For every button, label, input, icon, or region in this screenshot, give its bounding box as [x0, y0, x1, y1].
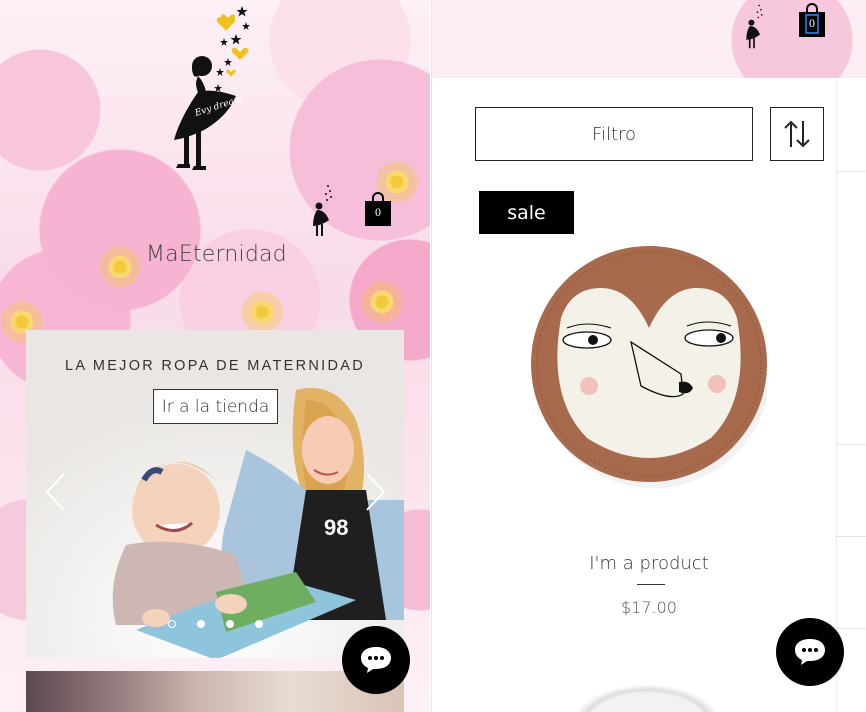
chevron-left-icon[interactable] [44, 472, 66, 512]
slide-dot[interactable] [168, 620, 176, 628]
divider [836, 444, 866, 445]
divider [637, 584, 665, 585]
product-price: $17.00 [621, 598, 677, 617]
product-name[interactable]: I'm a product [475, 553, 823, 574]
cart-button[interactable]: 0 [798, 2, 826, 38]
side-strip [836, 78, 866, 712]
chat-button[interactable] [342, 626, 410, 694]
chat-button[interactable] [776, 618, 844, 686]
right-shop-panel: 0 Filtro sale I'm a product $17.00 [431, 0, 866, 712]
filter-button[interactable]: Filtro [475, 107, 753, 161]
site-title[interactable]: MaEternidad [146, 242, 287, 267]
site-logo[interactable]: Evy dream [168, 2, 258, 174]
cart-count: 0 [375, 205, 381, 219]
chat-icon [361, 647, 391, 673]
shop-button[interactable]: Ir a la tienda [153, 389, 278, 424]
chat-icon [795, 639, 825, 665]
product-card[interactable]: sale I'm a product $17.00 [475, 188, 823, 628]
slide-indicators [168, 620, 263, 628]
hero-photo: 98 [26, 330, 404, 658]
owl-plate-image [531, 246, 771, 488]
divider [836, 628, 866, 629]
hero-tagline: LA MEJOR ROPA DE MATERNIDAD [64, 358, 366, 374]
cart-count: 0 [809, 16, 815, 30]
sort-button[interactable] [770, 107, 824, 161]
divider [836, 171, 866, 172]
svg-text:98: 98 [324, 515, 348, 540]
left-site-panel: Evy dream 0 MaEternidad 98 LA MEJOR ROPA… [0, 0, 430, 712]
sale-badge: sale [479, 191, 574, 234]
girl-silhouette-icon[interactable] [310, 182, 334, 238]
cart-button[interactable]: 0 [364, 191, 392, 227]
divider [836, 536, 866, 537]
blossom-decoration [360, 280, 404, 324]
slide-dot[interactable] [197, 620, 205, 628]
product-image[interactable] [531, 188, 771, 533]
hero-slideshow: 98 LA MEJOR ROPA DE MATERNIDAD Ir a la t… [26, 330, 404, 658]
girl-silhouette-icon: Evy dream [174, 6, 250, 170]
slide-dot[interactable] [226, 620, 234, 628]
sort-icon [784, 120, 810, 148]
blossom-decoration [98, 245, 142, 289]
blossom-decoration [240, 290, 284, 334]
chevron-right-icon[interactable] [365, 472, 387, 512]
girl-silhouette-icon[interactable] [742, 2, 766, 50]
slide-dot[interactable] [255, 620, 263, 628]
